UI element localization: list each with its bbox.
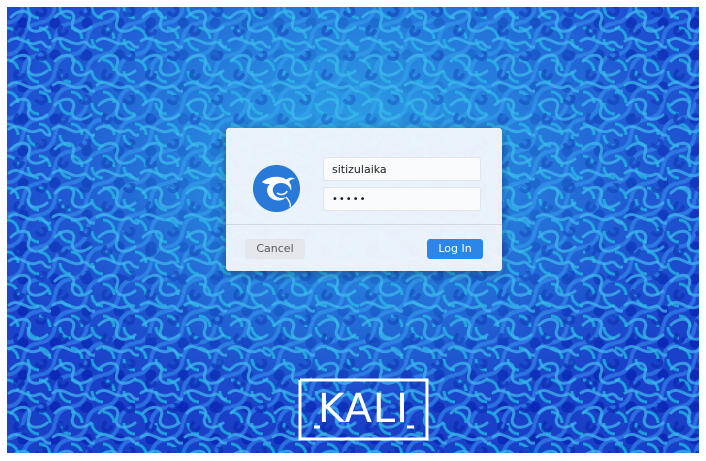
kali-logo: KALI bbox=[298, 378, 429, 441]
dialog-divider bbox=[226, 224, 502, 225]
user-avatar bbox=[253, 165, 300, 212]
kali-logo-text: KALI bbox=[318, 386, 409, 432]
password-field[interactable] bbox=[323, 187, 481, 211]
kali-dragon-icon bbox=[253, 165, 300, 212]
login-button[interactable]: Log In bbox=[427, 239, 483, 259]
username-field[interactable] bbox=[323, 157, 481, 181]
login-screen: Cancel Log In KALI bbox=[7, 7, 699, 453]
cancel-button[interactable]: Cancel bbox=[245, 239, 305, 259]
login-dialog: Cancel Log In bbox=[226, 128, 502, 271]
